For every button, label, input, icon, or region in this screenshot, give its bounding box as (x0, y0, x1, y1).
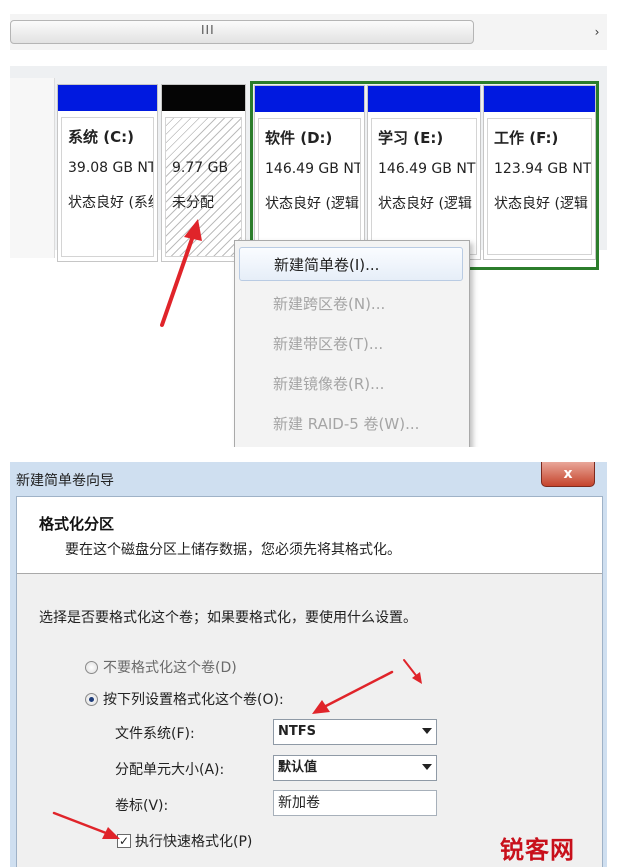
volume-f-body: 工作 (F:) 123.94 GB NTI 状态良好 (逻辑 (487, 118, 592, 255)
annotation-arrow-icon (160, 219, 202, 327)
context-menu: 新建简单卷(I)... 新建跨区卷(N)... 新建带区卷(T)... 新建镜像… (234, 240, 470, 447)
file-system-value: NTFS (278, 724, 316, 739)
annotation-arrow-icon (312, 659, 422, 714)
radio-format[interactable] (85, 693, 98, 706)
menu-item-new-mirrored-volume[interactable]: 新建镜像卷(R)... (239, 367, 463, 401)
page-title: 格式化分区 (39, 515, 115, 533)
annotation-arrow-icon (52, 811, 120, 839)
volume-d-body: 软件 (D:) 146.49 GB NTI 状态良好 (逻辑 (258, 118, 361, 255)
chevron-down-icon (422, 764, 432, 770)
scroll-right-arrow-icon[interactable]: › (590, 22, 604, 42)
volume-label-input[interactable]: 新加卷 (273, 790, 437, 816)
volume-size: 39.08 GB NT (68, 160, 154, 176)
volume-state: 状态良好 (系统 (68, 195, 154, 211)
file-system-label: 文件系统(F): (115, 726, 195, 742)
volume-state: 状态良好 (逻辑 (265, 196, 359, 212)
watermark-logo: 锐客网 (500, 836, 575, 864)
volume-state: 状态良好 (逻辑 (494, 196, 588, 212)
unallocated-size: 9.77 GB (172, 160, 229, 176)
radio-format-label[interactable]: 按下列设置格式化这个卷(O): (103, 689, 284, 709)
scroll-grip-icon: III (201, 23, 215, 37)
horizontal-scrollbar[interactable]: III › (10, 14, 607, 50)
volume-state: 状态良好 (逻辑 (378, 196, 472, 212)
volume-f-bar (484, 86, 595, 112)
volume-d-bar (255, 86, 364, 112)
volume-name: 系统 (C:) (68, 128, 134, 146)
menu-item-new-spanned-volume[interactable]: 新建跨区卷(N)... (239, 287, 463, 321)
disk-label-column (10, 78, 55, 258)
new-simple-volume-wizard: 新建简单卷向导 x 格式化分区 要在这个磁盘分区上储存数据，您必须先将其格式化。… (10, 462, 607, 867)
volume-c[interactable]: 系统 (C:) 39.08 GB NT 状态良好 (系统 (57, 84, 158, 262)
chevron-down-icon (422, 728, 432, 734)
volume-c-body: 系统 (C:) 39.08 GB NT 状态良好 (系统 (61, 117, 154, 257)
menu-item-new-striped-volume[interactable]: 新建带区卷(T)... (239, 327, 463, 361)
allocation-unit-value: 默认值 (278, 760, 318, 775)
volume-e-body: 学习 (E:) 146.49 GB NTF 状态良好 (逻辑 (371, 118, 477, 255)
volume-e-bar (368, 86, 480, 112)
volume-e[interactable]: 学习 (E:) 146.49 GB NTF 状态良好 (逻辑 (367, 85, 481, 260)
scrollbar-thumb[interactable]: III (10, 20, 474, 44)
volume-d[interactable]: 软件 (D:) 146.49 GB NTI 状态良好 (逻辑 (254, 85, 365, 260)
menu-item-new-simple-volume[interactable]: 新建简单卷(I)... (239, 247, 463, 281)
menu-item-new-raid5-volume[interactable]: 新建 RAID-5 卷(W)... (239, 407, 463, 441)
volume-name: 工作 (F:) (494, 129, 559, 147)
close-button[interactable]: x (541, 462, 595, 487)
volume-size: 146.49 GB NTI (265, 161, 361, 177)
volume-name: 软件 (D:) (265, 129, 333, 147)
radio-no-format-label[interactable]: 不要格式化这个卷(D) (103, 657, 237, 677)
instruction-text: 选择是否要格式化这个卷；如果要格式化，要使用什么设置。 (39, 610, 417, 626)
quick-format-label[interactable]: 执行快速格式化(P) (135, 831, 252, 851)
unallocated-bar (162, 85, 245, 111)
volume-c-bar (58, 85, 157, 111)
volume-name: 学习 (E:) (378, 129, 444, 147)
allocation-unit-label: 分配单元大小(A): (115, 762, 225, 778)
volume-size: 123.94 GB NTI (494, 161, 592, 177)
unallocated-state: 未分配 (172, 195, 214, 211)
dialog-title: 新建简单卷向导 (16, 473, 114, 489)
volume-size: 146.49 GB NTF (378, 161, 477, 177)
volume-f[interactable]: 工作 (F:) 123.94 GB NTI 状态良好 (逻辑 (483, 85, 596, 260)
disk-management-panel: III › 系统 (C:) 39.08 GB NT 状态良好 (系统 9.77 … (10, 0, 607, 447)
radio-no-format[interactable] (85, 661, 98, 674)
allocation-unit-select[interactable]: 默认值 (273, 755, 437, 781)
page-description: 要在这个磁盘分区上储存数据，您必须先将其格式化。 (65, 542, 401, 558)
file-system-select[interactable]: NTFS (273, 719, 437, 745)
